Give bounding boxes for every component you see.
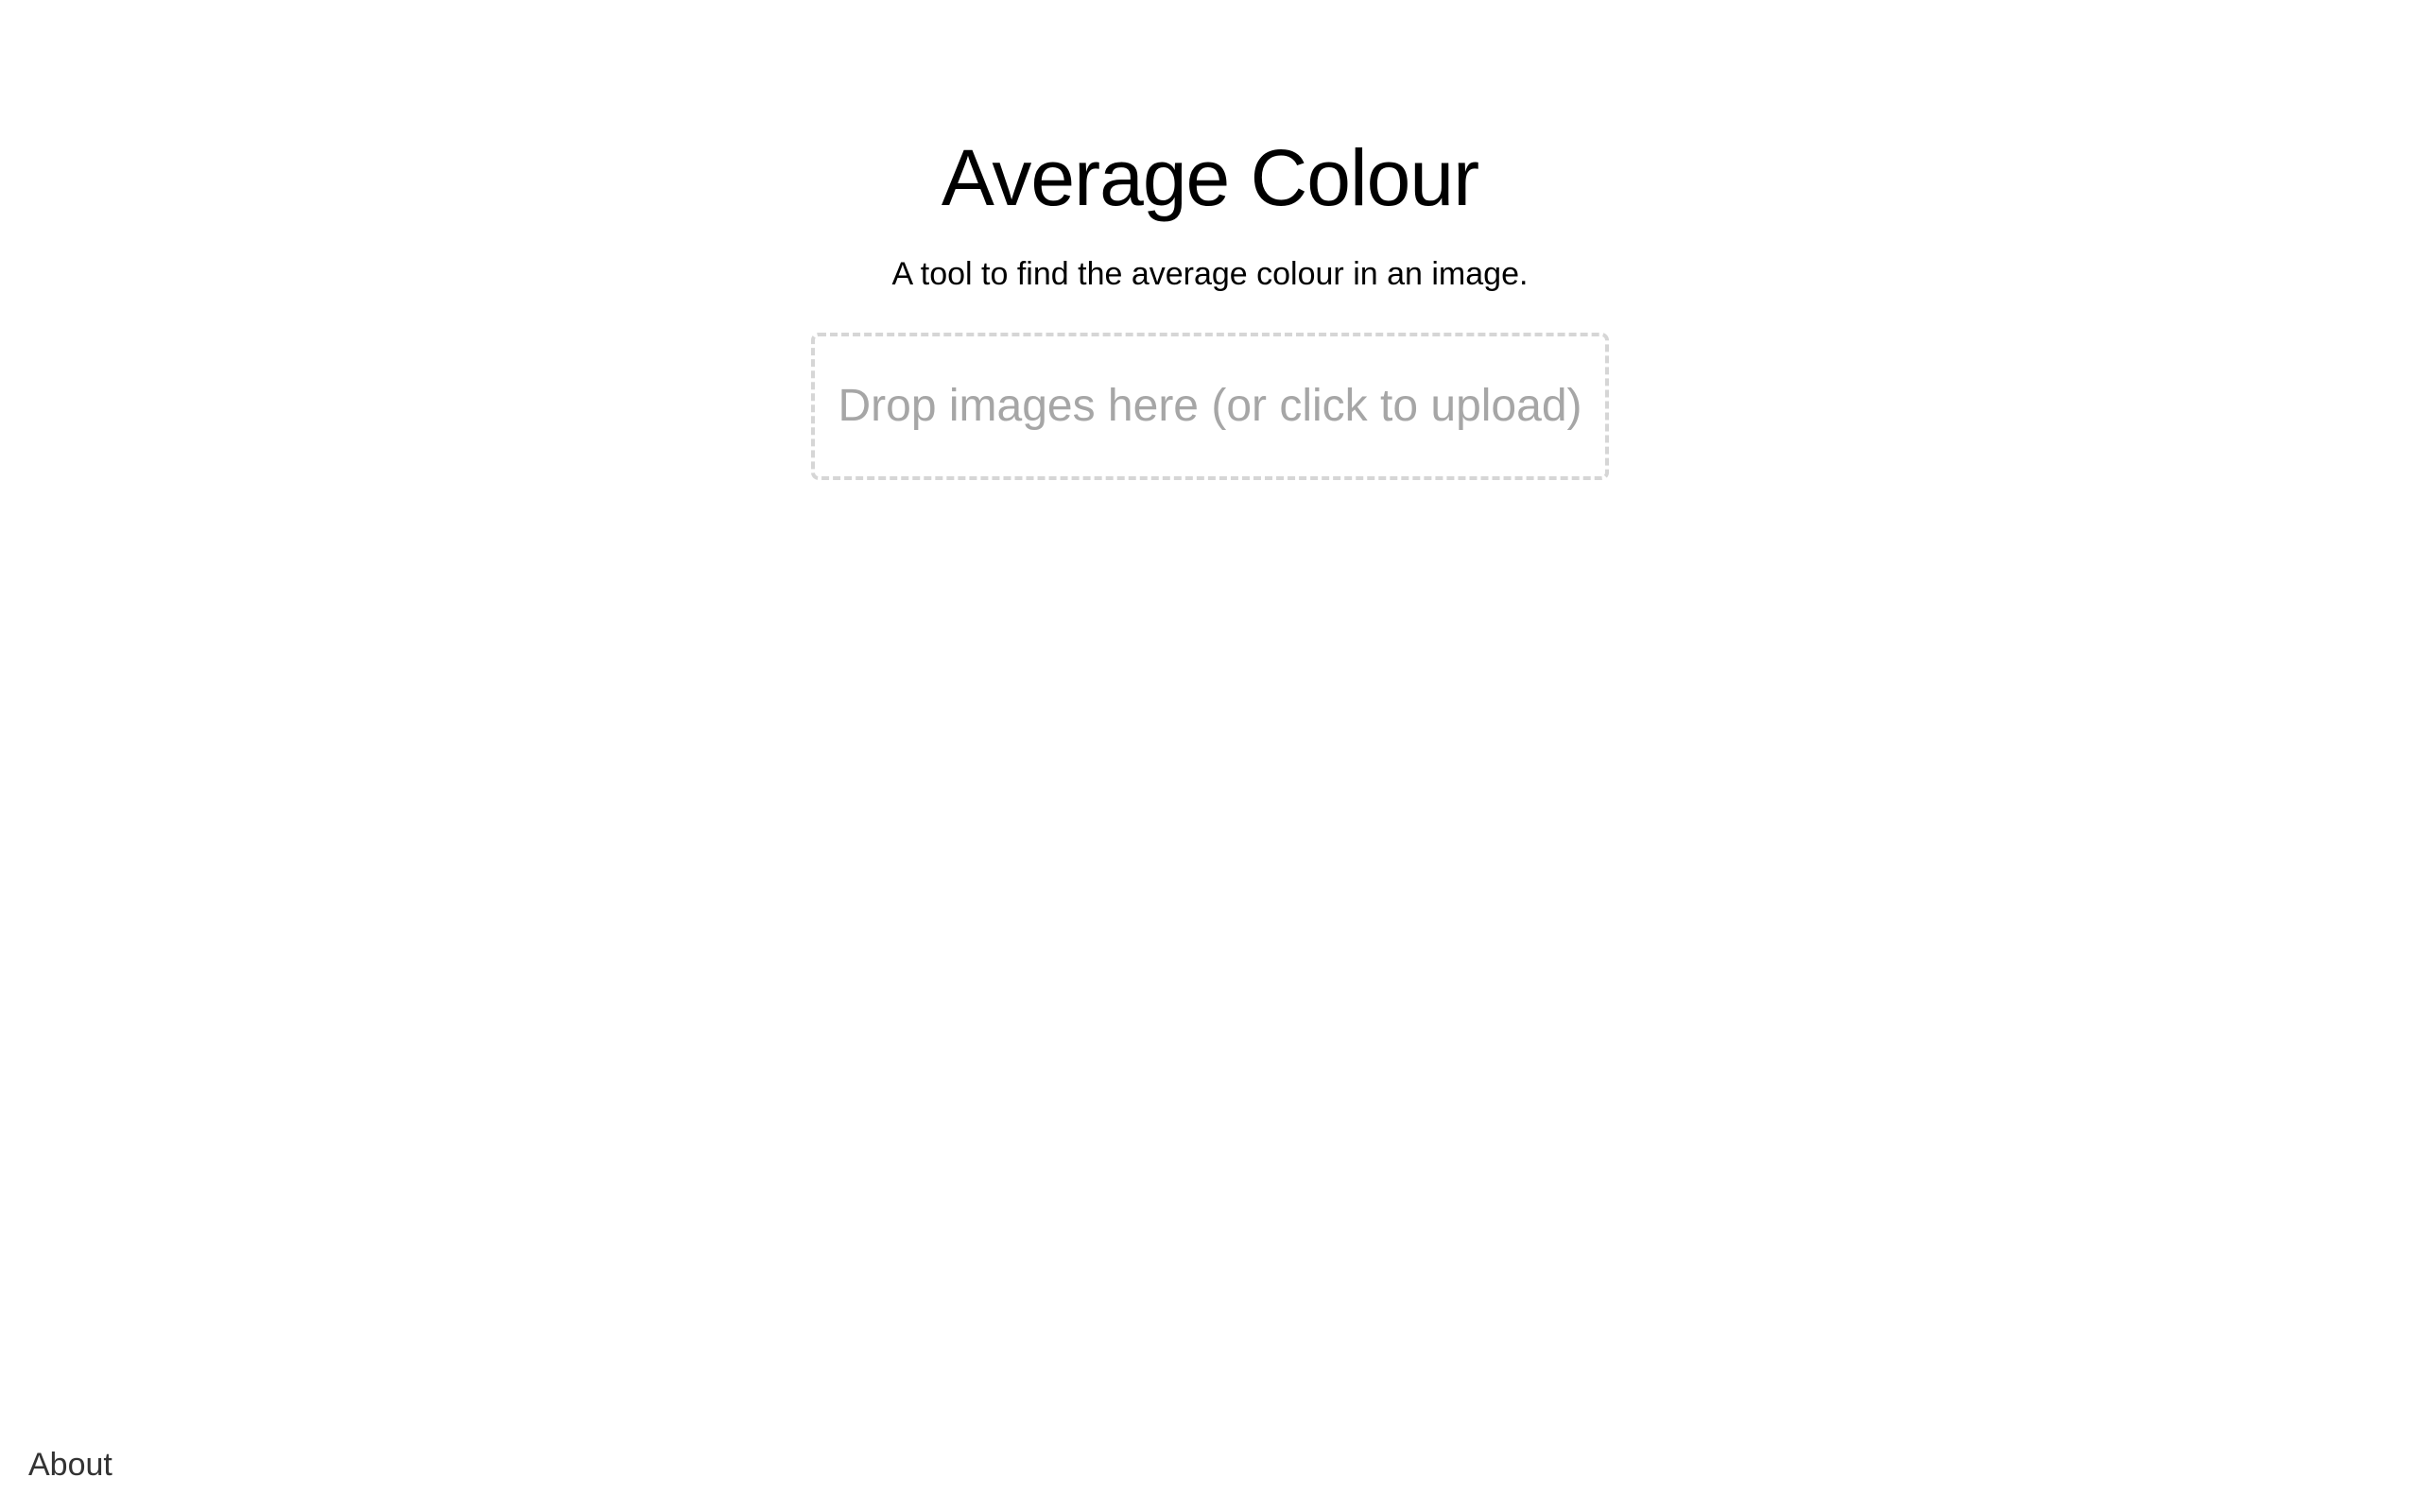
page-subtitle: A tool to find the average colour in an … [891, 256, 1529, 292]
page-title: Average Colour [941, 133, 1479, 222]
about-link[interactable]: About [28, 1446, 112, 1484]
image-dropzone[interactable]: Drop images here (or click to upload) [811, 333, 1609, 480]
main-content: Average Colour A tool to find the averag… [0, 0, 2420, 480]
dropzone-label: Drop images here (or click to upload) [838, 381, 1582, 431]
